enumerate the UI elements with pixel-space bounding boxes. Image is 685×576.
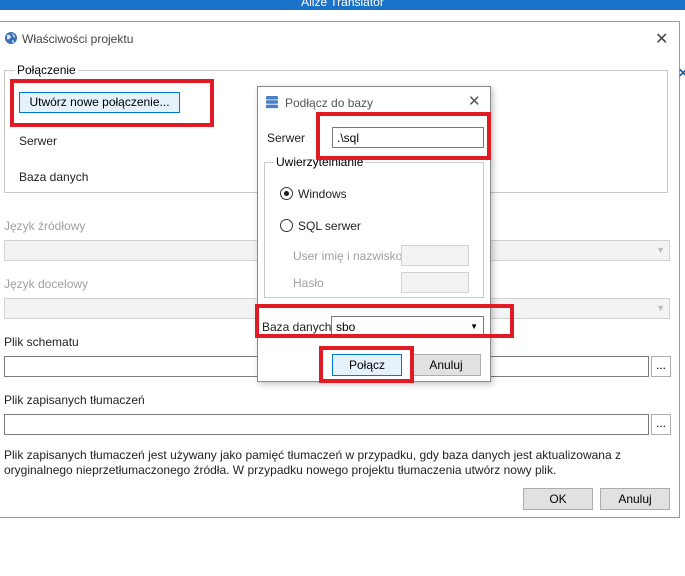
- cropped-icon: ✕: [678, 66, 685, 80]
- target-language-label: Język docelowy: [4, 277, 89, 291]
- user-input[interactable]: [401, 245, 469, 266]
- connection-group-legend: Połączenie: [15, 63, 78, 77]
- schema-browse-button[interactable]: ...: [651, 356, 671, 377]
- cancel-button[interactable]: Anuluj: [600, 488, 670, 510]
- connect-dialog-title: Podłącz do bazy: [285, 96, 374, 110]
- saved-translations-input[interactable]: [4, 414, 649, 435]
- windows-auth-label: Windows: [298, 187, 347, 201]
- chevron-down-icon: ▼: [656, 245, 665, 255]
- windows-auth-radio[interactable]: [280, 187, 293, 200]
- ok-button[interactable]: OK: [523, 488, 593, 510]
- app-title: Alize Translator: [301, 0, 384, 9]
- chevron-down-icon: ▼: [656, 303, 665, 313]
- app-titlebar: Alize Translator: [0, 0, 685, 10]
- password-input[interactable]: [401, 272, 469, 293]
- new-connection-button[interactable]: Utwórz nowe połączenie...: [19, 92, 180, 113]
- sql-auth-radio[interactable]: [280, 219, 293, 232]
- database-label: Baza danych: [19, 170, 89, 184]
- info-text-line2: oryginalnego nieprzetłumaczonego źródła.…: [4, 463, 557, 477]
- radio-selected-dot: [284, 191, 289, 196]
- connect-server-input[interactable]: .\sql: [332, 127, 484, 148]
- connect-database-value: sbo: [336, 320, 356, 334]
- schema-file-label: Plik schematu: [4, 335, 79, 349]
- dialog-title: Właściwości projektu: [22, 32, 134, 46]
- source-language-label: Język źródłowy: [4, 219, 86, 233]
- sql-auth-label: SQL serwer: [298, 219, 361, 233]
- database-icon: [266, 96, 278, 109]
- saved-translations-label: Plik zapisanych tłumaczeń: [4, 393, 145, 407]
- connect-close-icon[interactable]: ✕: [468, 92, 481, 110]
- auth-group-legend: Uwierzytelnianie: [274, 155, 366, 169]
- connect-server-label: Serwer: [267, 131, 306, 145]
- connect-button[interactable]: Połącz: [332, 354, 402, 376]
- server-label: Serwer: [19, 134, 58, 148]
- globe-icon: [5, 32, 17, 44]
- connect-database-label: Baza danych: [262, 320, 332, 334]
- connect-database-select[interactable]: sbo ▼: [331, 316, 484, 337]
- password-label: Hasło: [293, 276, 324, 290]
- connect-cancel-button[interactable]: Anuluj: [411, 354, 481, 376]
- close-icon[interactable]: ✕: [655, 29, 668, 49]
- saved-translations-browse-button[interactable]: ...: [651, 414, 671, 435]
- info-text-line1: Plik zapisanych tłumaczeń jest używany j…: [4, 448, 621, 462]
- background-edge: [680, 21, 685, 576]
- connect-database-dialog: Podłącz do bazy ✕ Serwer .\sql Uwierzyte…: [257, 86, 491, 382]
- user-label: User imię i nazwisko: [293, 249, 403, 263]
- chevron-down-icon: ▼: [470, 322, 478, 331]
